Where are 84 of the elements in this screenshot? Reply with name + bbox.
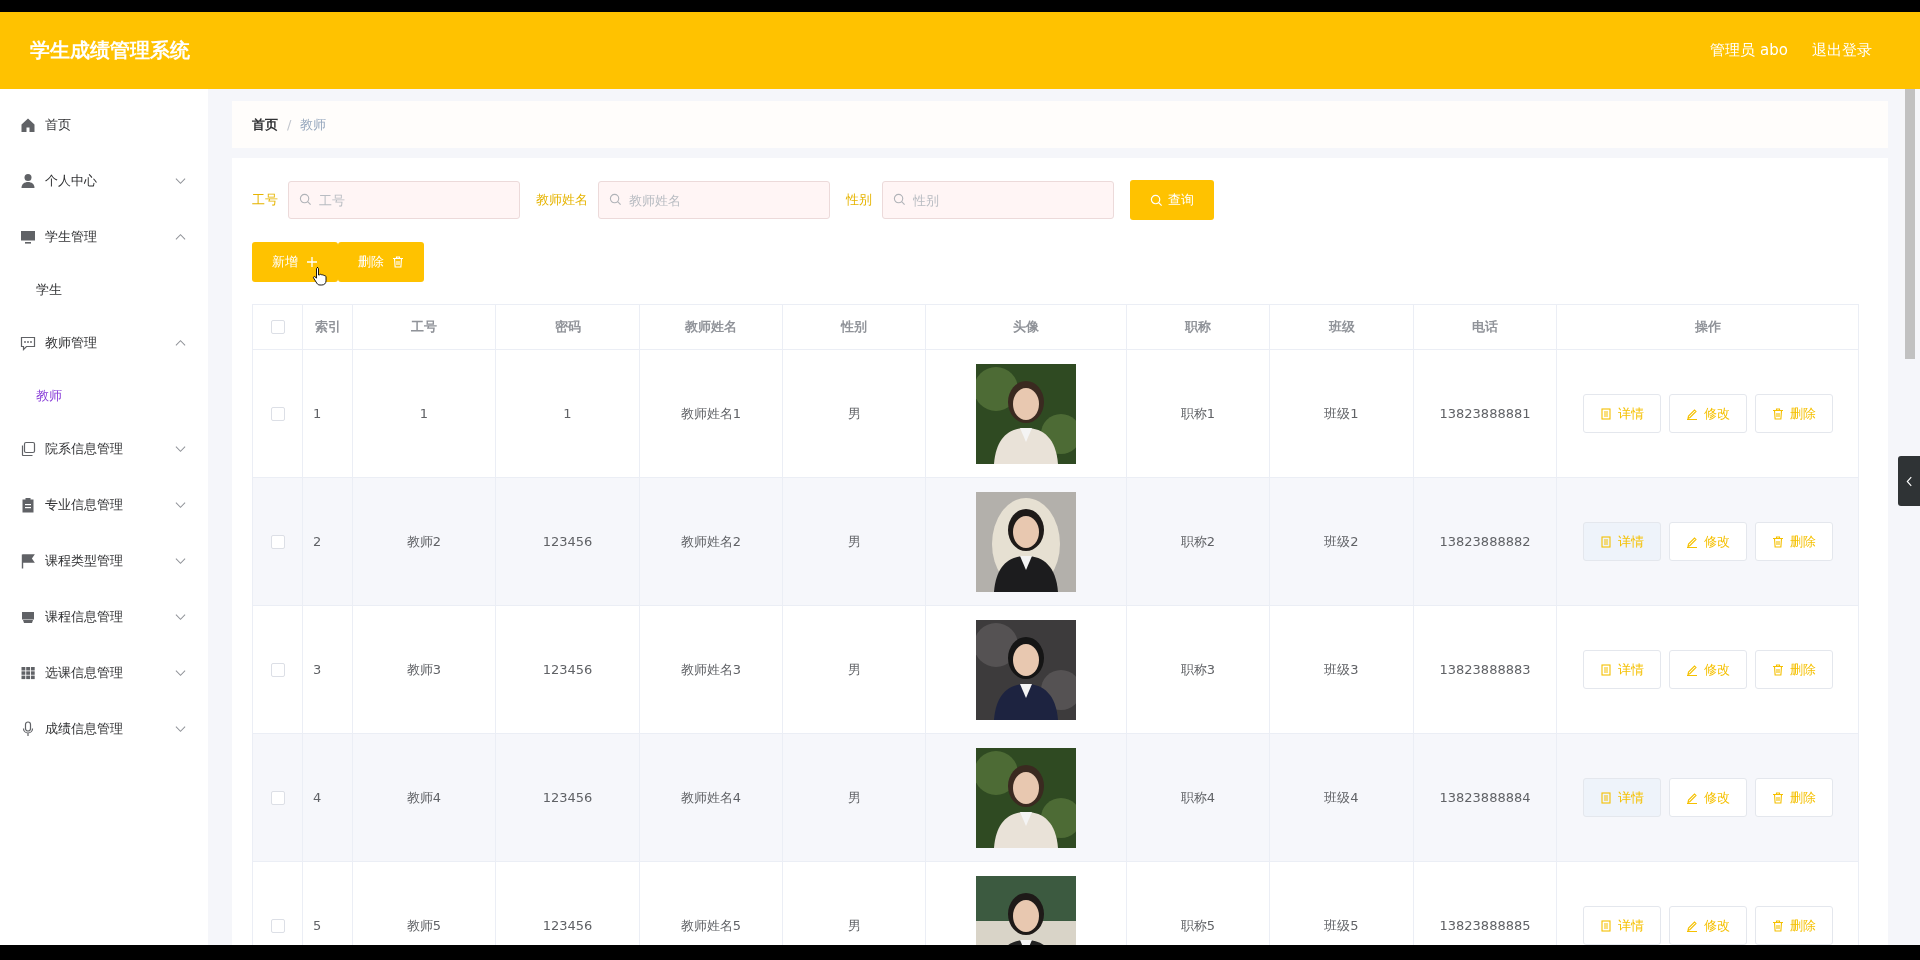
breadcrumb-item[interactable]: 首页 [252, 115, 278, 134]
menu-item[interactable]: 课程类型管理 [0, 533, 208, 589]
home-icon [20, 117, 36, 133]
menu-item[interactable]: 学生管理 [0, 209, 208, 265]
search-field[interactable]: 工号 [288, 181, 520, 219]
details-button[interactable]: 详情 [1582, 906, 1661, 945]
delete-button[interactable]: 删除 [1754, 650, 1833, 689]
search-field[interactable]: 教师姓名 [598, 181, 830, 219]
trash-icon [392, 256, 404, 268]
filter-label: 性别 [846, 191, 872, 209]
details-button[interactable]: 详情 [1582, 522, 1661, 561]
menu-item[interactable]: 专业信息管理 [0, 477, 208, 533]
search-icon [299, 193, 312, 206]
document-icon [1599, 535, 1612, 548]
search-icon [893, 193, 906, 206]
breadcrumb-separator: / [287, 117, 292, 132]
monitor-icon [20, 229, 36, 245]
search-icon [609, 193, 622, 206]
pencil-icon [1685, 663, 1698, 676]
grid-icon [20, 665, 36, 681]
clipboard-icon [20, 497, 36, 513]
hand-cursor-icon [312, 266, 328, 286]
pencil-icon [1685, 919, 1698, 932]
trash-icon [1771, 407, 1784, 420]
delete-button[interactable]: 删除 [1754, 906, 1833, 945]
filter-label: 教师姓名 [536, 191, 588, 209]
microphone-icon [20, 721, 36, 737]
delete-button[interactable]: 删除 [338, 242, 424, 282]
delete-button[interactable]: 删除 [1754, 522, 1833, 561]
copy-icon [20, 441, 36, 457]
submenu-item[interactable]: 学生 [0, 265, 208, 315]
checkbox[interactable] [270, 406, 285, 421]
delete-button[interactable]: 删除 [1754, 394, 1833, 433]
trash-icon [1771, 919, 1784, 932]
trash-icon [1771, 663, 1784, 676]
menu-item[interactable]: 课程信息管理 [0, 589, 208, 645]
document-icon [1599, 407, 1612, 420]
checkbox[interactable] [270, 534, 285, 549]
menu-item[interactable]: 个人中心 [0, 153, 208, 209]
pencil-icon [1685, 535, 1698, 548]
checkbox[interactable] [270, 320, 285, 334]
search-icon [1150, 193, 1163, 207]
trash-icon [1771, 791, 1784, 804]
document-icon [1599, 919, 1612, 932]
checkbox[interactable] [270, 918, 285, 933]
add-button[interactable]: 新增 [252, 242, 338, 282]
document-icon [1599, 791, 1612, 804]
delete-button[interactable]: 删除 [1754, 778, 1833, 817]
tray-icon [20, 609, 36, 625]
details-button[interactable]: 详情 [1582, 650, 1661, 689]
trash-icon [1771, 535, 1784, 548]
breadcrumb-item: 教师 [300, 115, 327, 134]
plus-icon [306, 256, 318, 268]
details-button[interactable]: 详情 [1582, 778, 1661, 817]
pencil-icon [1685, 791, 1698, 804]
menu-item[interactable]: 成绩信息管理 [0, 701, 208, 757]
checkbox[interactable] [270, 662, 285, 677]
chevron-left-icon [1905, 475, 1913, 487]
menu-item[interactable]: 选课信息管理 [0, 645, 208, 701]
scrollbar[interactable] [1905, 89, 1915, 359]
flag-icon [20, 553, 36, 569]
search-field[interactable]: 性别 [882, 181, 1114, 219]
details-button[interactable]: 详情 [1582, 394, 1661, 433]
app-title: 学生成绩管理系统 [30, 37, 190, 64]
column-header: 操作 [1693, 318, 1722, 336]
edit-button[interactable]: 修改 [1668, 394, 1747, 433]
edit-button[interactable]: 修改 [1668, 650, 1747, 689]
collapse-handle[interactable] [1898, 456, 1920, 506]
chat-icon [20, 335, 36, 351]
checkbox[interactable] [270, 790, 285, 805]
edit-button[interactable]: 修改 [1668, 522, 1747, 561]
edit-button[interactable]: 修改 [1668, 778, 1747, 817]
user-icon [20, 173, 36, 189]
filter-label: 工号 [252, 191, 278, 209]
menu-item[interactable]: 首页 [0, 97, 208, 153]
menu-item[interactable]: 教师管理 [0, 315, 208, 371]
search-button[interactable]: 查询 [1130, 180, 1214, 220]
edit-button[interactable]: 修改 [1668, 906, 1747, 945]
submenu-item[interactable]: 教师 [0, 371, 208, 421]
pencil-icon [1685, 407, 1698, 420]
user-label: 管理员 abo [1710, 41, 1788, 60]
logout-link[interactable]: 退出登录 [1812, 41, 1872, 60]
document-icon [1599, 663, 1612, 676]
menu-item[interactable]: 院系信息管理 [0, 421, 208, 477]
